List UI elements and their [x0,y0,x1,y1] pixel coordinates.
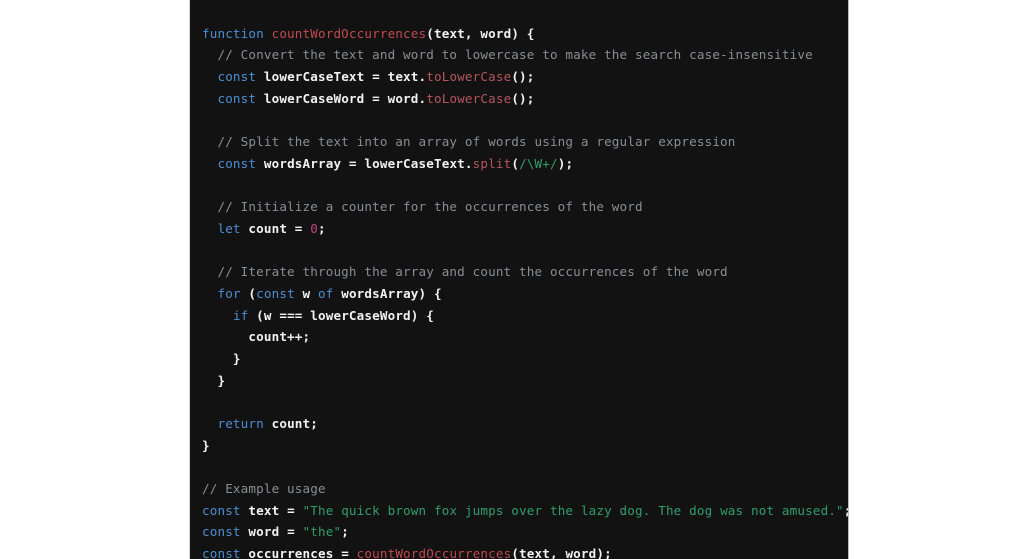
code-token: const [217,90,257,106]
code-token: countWordOccurrences [271,25,427,41]
code-token: // Convert the text and word to lowercas… [202,47,813,63]
code-token: "The quick brown fox jumps over the lazy… [302,502,844,518]
code-token: . [464,155,473,171]
code-token: const [202,502,241,518]
code-token: word = [240,524,303,540]
code-line: // Convert the text and word to lowercas… [202,44,836,66]
code-token: text, word [519,546,597,559]
code-token: text, word [433,25,512,41]
code-line: // Split the text into an array of words… [202,131,836,153]
code-token: } [202,350,241,366]
code-token: wordsArray = lowerCaseText [256,155,465,171]
code-token: // Initialize a counter for the occurren… [202,199,643,215]
code-token: ); [557,155,574,171]
code-line: function countWordOccurrences(text, word… [202,23,836,45]
code-line: // Initialize a counter for the occurren… [202,196,836,218]
code-token: (); [511,68,535,84]
code-token: return [217,415,264,431]
code-token: let [217,220,241,236]
code-token: const [202,524,241,540]
code-token: 0 [310,220,318,236]
code-token: ; [844,503,848,518]
code-block[interactable]: function countWordOccurrences(text, word… [202,23,848,559]
code-line: // Example usage [202,478,836,500]
code-token: } [202,372,226,388]
code-token: for [217,285,241,301]
code-line: const wordsArray = lowerCaseText.split(/… [202,153,836,175]
code-token: split [472,155,512,171]
code-line: } [202,435,836,457]
code-token: wordsArray [333,285,419,301]
code-line: for (const w of wordsArray) { [202,283,836,305]
code-scroll-area[interactable]: function countWordOccurrences(text, word… [190,0,848,559]
code-token: // Example usage [202,481,326,497]
code-line: const word = "the"; [202,521,836,543]
code-token: (w === lowerCaseWord) { [248,307,434,323]
code-token: const [217,155,257,171]
code-token: lowerCaseWord = word [256,90,419,106]
code-line: count++; [202,326,836,348]
code-token: // Iterate through the array and count t… [202,264,728,280]
code-line: let count = 0; [202,218,836,240]
code-token: function [202,25,264,41]
code-token: ; [318,220,326,236]
code-token: (); [511,90,535,106]
code-token: ( [240,285,257,301]
code-token: lowerCaseText = text [256,68,419,84]
code-token: ) { [418,285,442,301]
code-token: const [202,546,241,559]
screenshot-root: function countWordOccurrences(text, word… [0,0,1024,559]
code-token: // Split the text into an array of words… [202,134,736,150]
code-token: count; [263,415,318,431]
code-token: occurrences = [240,546,357,559]
code-token: text = [240,502,303,518]
code-token: toLowerCase [426,68,512,84]
code-token: const [217,68,257,84]
code-line: // Iterate through the array and count t… [202,261,836,283]
code-token: ; [341,524,349,540]
code-token: of [318,285,334,301]
code-token: /\W+/ [519,155,558,171]
code-token: ( [426,25,434,41]
code-line: const occurrences = countWordOccurrences… [202,543,836,559]
code-line: if (w === lowerCaseWord) { [202,305,836,327]
code-token: const [256,285,295,301]
code-token: toLowerCase [426,90,512,106]
code-line: } [202,370,836,392]
code-token: count++; [202,329,311,345]
code-token: if [232,307,249,323]
code-snippet-panel: function countWordOccurrences(text, word… [189,0,849,559]
code-token: w [294,285,319,301]
code-line: const lowerCaseWord = word.toLowerCase()… [202,88,836,110]
code-token: "the" [302,524,342,540]
code-token: ) { [511,25,535,41]
code-token: ( [511,155,520,171]
code-token: countWordOccurrences [356,546,512,559]
code-token: count = [240,220,311,236]
code-line: const lowerCaseText = text.toLowerCase()… [202,66,836,88]
code-line: return count; [202,413,836,435]
code-token: } [202,437,210,453]
code-token: ( [511,546,520,559]
code-line: } [202,348,836,370]
code-token: ); [596,546,612,559]
code-line: const text = "The quick brown fox jumps … [202,500,848,522]
